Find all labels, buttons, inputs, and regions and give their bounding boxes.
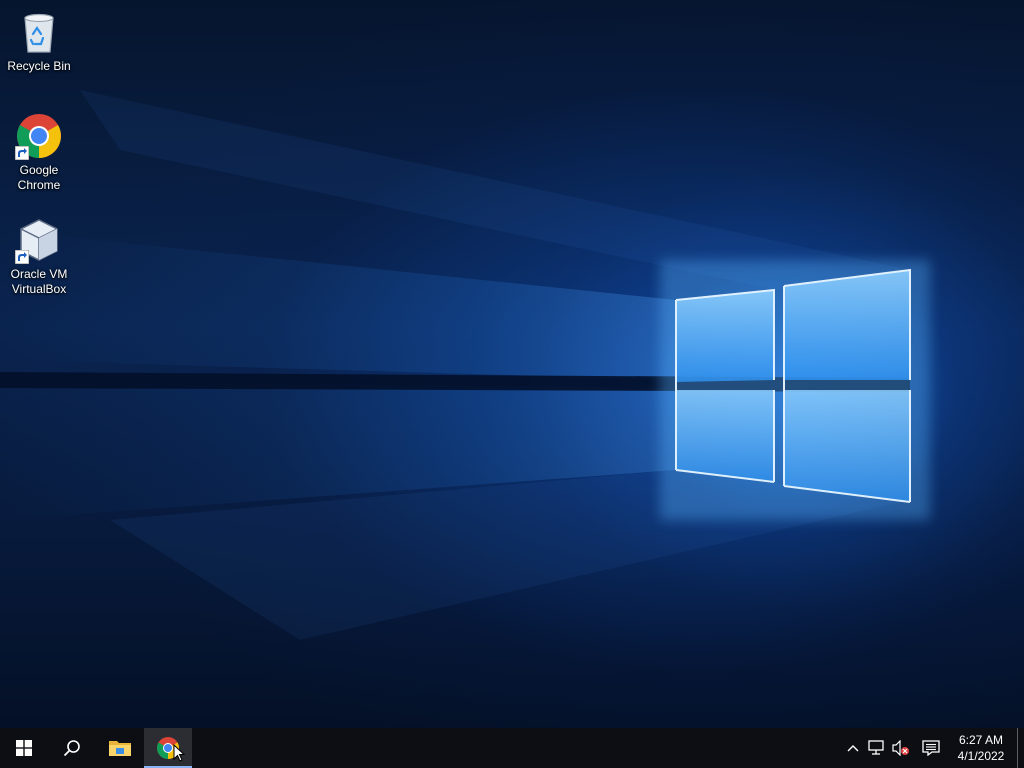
recycle-bin-icon bbox=[15, 8, 63, 56]
desktop-icon-label: Oracle VM VirtualBox bbox=[3, 267, 75, 297]
search-button[interactable] bbox=[48, 728, 96, 768]
desktop-icon-label: Google Chrome bbox=[3, 163, 75, 193]
show-hidden-icons-button[interactable] bbox=[841, 728, 865, 768]
virtualbox-icon bbox=[15, 216, 63, 264]
desktop-icon-oracle-vm-virtualbox[interactable]: Oracle VM VirtualBox bbox=[4, 216, 74, 297]
taskbar: 6:27 AM 4/1/2022 bbox=[0, 728, 1024, 768]
clock-time: 6:27 AM bbox=[958, 733, 1004, 747]
desktop-icon-google-chrome[interactable]: Google Chrome bbox=[4, 112, 74, 193]
search-icon bbox=[63, 740, 80, 757]
start-button[interactable] bbox=[0, 728, 48, 768]
network-button[interactable] bbox=[865, 728, 889, 768]
mouse-cursor-icon bbox=[173, 744, 185, 762]
action-center-button[interactable] bbox=[913, 728, 949, 768]
folder-icon bbox=[109, 741, 131, 756]
show-desktop-button[interactable] bbox=[1017, 728, 1024, 768]
clock-date: 4/1/2022 bbox=[957, 749, 1005, 763]
chevron-up-icon bbox=[847, 745, 859, 752]
file-explorer-button[interactable] bbox=[96, 728, 144, 768]
action-center-icon bbox=[922, 740, 940, 756]
system-tray: 6:27 AM 4/1/2022 bbox=[841, 728, 1024, 768]
desktop-icon-recycle-bin[interactable]: Recycle Bin bbox=[4, 8, 74, 74]
shortcut-arrow-icon bbox=[15, 146, 29, 160]
network-icon bbox=[868, 740, 884, 755]
desktop-icon-label-text: Oracle VM VirtualBox bbox=[10, 267, 68, 296]
chrome-icon bbox=[15, 112, 63, 160]
shortcut-arrow-icon bbox=[15, 250, 29, 264]
desktop[interactable]: Recycle Bin Google Chrome Oracle VM Virt… bbox=[0, 0, 1024, 728]
volume-muted-icon bbox=[892, 740, 909, 756]
volume-button[interactable] bbox=[889, 728, 913, 768]
desktop-icon-label: Recycle Bin bbox=[7, 59, 71, 73]
windows-logo-icon bbox=[16, 740, 32, 756]
desktop-icon-label-text: Google Chrome bbox=[17, 163, 61, 192]
clock[interactable]: 6:27 AM 4/1/2022 bbox=[949, 728, 1013, 768]
wallpaper bbox=[0, 90, 930, 640]
